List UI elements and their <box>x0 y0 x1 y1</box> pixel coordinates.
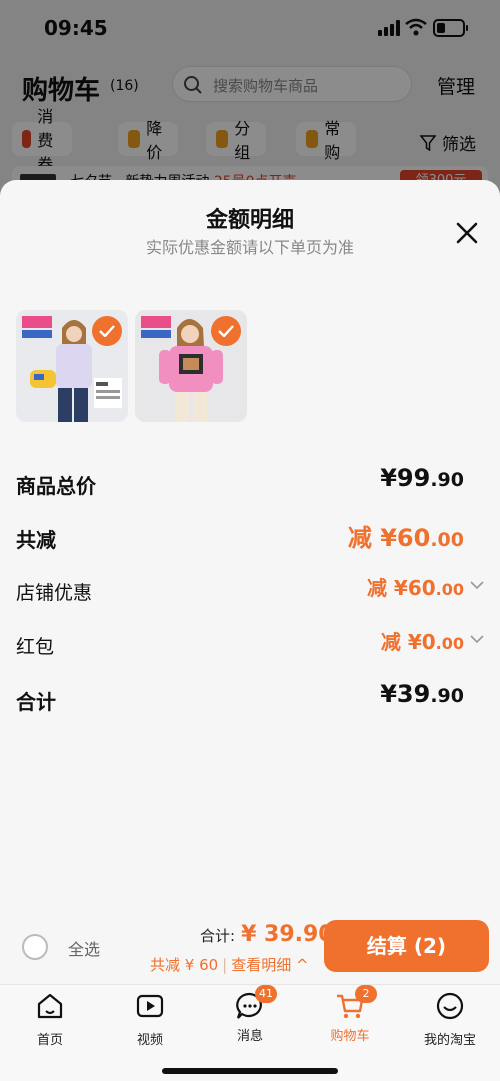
row-value: 减 ¥0.00 <box>380 630 464 654</box>
sheet-title: 金额明细 <box>205 208 294 233</box>
row-grand-total: 合计 ¥39.90 <box>16 680 484 720</box>
tab-label: 视频 <box>136 1033 163 1048</box>
video-icon <box>136 994 164 1018</box>
chevron-down-icon[interactable] <box>470 634 484 644</box>
cart-badge: 2 <box>355 985 377 1003</box>
row-total-discount: 共减 减 ¥60.00 <box>16 518 484 558</box>
chevron-down-icon[interactable] <box>470 580 484 590</box>
row-red-packet[interactable]: 红包 减 ¥0.00 <box>16 626 484 666</box>
row-label: 店铺优惠 <box>16 582 93 604</box>
sheet-subtitle: 实际优惠金额请以下单页为准 <box>145 238 354 257</box>
amount-detail-sheet: 金额明细 实际优惠金额请以下单页为准 商品总价 ¥99.90 共减 减 ¥60.… <box>0 180 500 984</box>
row-label: 合计 <box>16 690 56 714</box>
row-value: 减 ¥60.00 <box>366 576 464 600</box>
tab-label: 消息 <box>236 1029 263 1044</box>
profile-icon <box>436 992 464 1020</box>
modal-overlay[interactable] <box>0 0 500 198</box>
tab-label: 我的淘宝 <box>423 1033 476 1048</box>
product-thumbnail[interactable] <box>135 310 247 422</box>
row-goods-total: 商品总价 ¥99.90 <box>16 464 484 504</box>
row-value: ¥99.90 <box>380 464 464 492</box>
tab-label: 购物车 <box>330 1029 370 1044</box>
product-thumbnail[interactable] <box>16 310 128 422</box>
saved-amount: 共减 ¥ 60 <box>150 956 219 974</box>
row-value: ¥39.90 <box>380 680 464 708</box>
tab-home[interactable]: 首页 <box>0 991 100 1048</box>
select-all-label[interactable]: 全选 <box>68 936 100 960</box>
tab-cart[interactable]: 2 购物车 <box>300 985 400 1044</box>
message-badge: 41 <box>255 985 277 1003</box>
selected-check-icon <box>92 316 122 346</box>
tab-label: 首页 <box>36 1033 63 1048</box>
row-value: 减 ¥60.00 <box>347 524 464 552</box>
tab-profile[interactable]: 我的淘宝 <box>400 991 500 1048</box>
view-detail-link[interactable]: 查看明细 ^ <box>231 956 308 974</box>
home-indicator <box>162 1068 338 1074</box>
select-all-checkbox[interactable] <box>22 934 48 960</box>
savings-line: 共减 ¥ 60 | 查看明细 ^ <box>150 956 309 974</box>
row-store-discount[interactable]: 店铺优惠 减 ¥60.00 <box>16 572 484 612</box>
checkout-button[interactable]: 结算 (2) <box>324 920 489 972</box>
row-label: 红包 <box>16 636 55 658</box>
tab-video[interactable]: 视频 <box>100 991 200 1048</box>
close-icon[interactable] <box>452 218 482 248</box>
total-label: 合计: <box>200 927 236 945</box>
selected-check-icon <box>211 316 241 346</box>
tab-messages[interactable]: 41 消息 <box>200 985 300 1044</box>
row-label: 共减 <box>16 528 56 552</box>
total-amount: ¥ 39.90 <box>241 922 334 947</box>
total-summary: 合计: ¥ 39.90 <box>200 922 334 947</box>
bottom-tab-bar: 首页 视频 41 消息 2 购物车 我的淘宝 <box>0 984 500 1081</box>
row-label: 商品总价 <box>16 474 96 498</box>
home-icon <box>37 993 63 1019</box>
checkout-bar: 全选 合计: ¥ 39.90 共减 ¥ 60 | 查看明细 ^ 结算 (2) <box>0 908 500 984</box>
